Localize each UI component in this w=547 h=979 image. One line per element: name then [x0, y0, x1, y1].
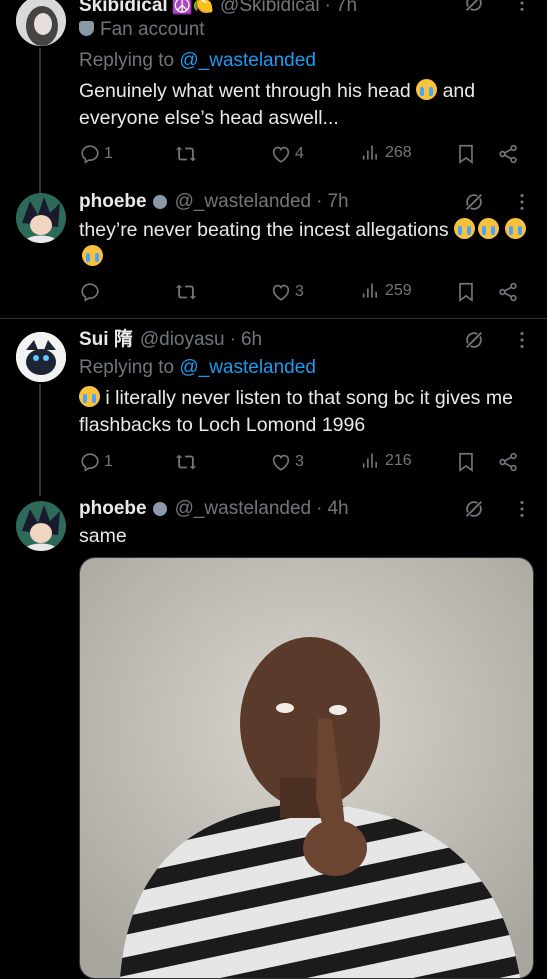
reply-icon [79, 281, 101, 303]
tweet-text: i literally never listen to that song bc… [79, 386, 513, 436]
like-icon [270, 143, 292, 165]
more-icon[interactable] [511, 191, 533, 213]
bookmark-button[interactable] [455, 451, 477, 473]
separator-dot: · [324, 0, 331, 16]
display-name[interactable]: phoebe [79, 190, 147, 214]
views-button[interactable]: 268 [362, 143, 412, 163]
fan-account-label: Fan account [79, 17, 533, 43]
grok-icon[interactable] [463, 498, 485, 520]
avatar-skibidical[interactable] [16, 0, 66, 46]
reply-icon [79, 143, 101, 165]
divider [0, 318, 547, 319]
separator-dot: · [316, 191, 323, 212]
reply-icon [79, 451, 101, 473]
retweet-button[interactable] [175, 451, 200, 473]
like-icon [270, 451, 292, 473]
crying-emoji [454, 218, 476, 239]
share-icon [497, 143, 519, 165]
mention-link[interactable]: @_wastelanded [179, 50, 316, 71]
handle[interactable]: @dioyasu [140, 328, 225, 352]
crying-emoji [478, 218, 500, 239]
timestamp[interactable]: 6h [241, 328, 262, 352]
grok-icon[interactable] [463, 191, 485, 213]
tweet-media-gif[interactable] [79, 557, 534, 979]
timestamp[interactable]: 4h [327, 497, 348, 521]
like-button[interactable]: 3 [270, 451, 304, 473]
grok-icon[interactable] [463, 0, 485, 14]
like-icon [270, 281, 292, 303]
reply-button[interactable]: 1 [79, 143, 113, 165]
display-name[interactable]: Skibidical [79, 0, 168, 18]
separator-dot: · [229, 329, 236, 350]
action-bar: 3 259 [79, 281, 533, 307]
name-emojis: ☮️🍋 [171, 0, 215, 15]
tweet-text: they’re never beating the incest allegat… [79, 217, 533, 271]
reply-button[interactable]: 1 [79, 451, 113, 473]
replying-to: Replying to @_wastelanded [79, 50, 316, 71]
share-button[interactable] [497, 143, 519, 165]
retweet-button[interactable] [175, 143, 200, 165]
grok-icon[interactable] [463, 329, 485, 351]
more-icon[interactable] [511, 0, 533, 14]
share-button[interactable] [497, 451, 519, 473]
avatar-phoebe[interactable] [16, 193, 66, 243]
timestamp[interactable]: 7h [336, 0, 357, 18]
display-name[interactable]: Sui 隋 [79, 328, 133, 352]
thread-line [39, 48, 41, 196]
handle[interactable]: @_wastelanded [175, 190, 312, 214]
like-button[interactable]: 3 [270, 281, 304, 303]
more-icon[interactable] [511, 498, 533, 520]
views-icon [362, 281, 382, 301]
reply-button[interactable] [79, 281, 104, 303]
retweet-icon [175, 281, 197, 303]
avatar-phoebe[interactable] [16, 501, 66, 551]
tweet-text: same [79, 525, 127, 547]
bookmark-button[interactable] [455, 143, 477, 165]
crying-emoji [82, 245, 103, 266]
like-button[interactable]: 4 [270, 143, 304, 165]
crying-emoji [504, 218, 526, 239]
status-badge [152, 195, 167, 209]
action-bar: 1 4 268 [79, 143, 533, 169]
action-bar: 1 3 216 [79, 451, 533, 477]
retweet-button[interactable] [175, 281, 200, 303]
crying-emoji [416, 79, 438, 100]
views-icon [362, 143, 382, 163]
share-icon [497, 281, 519, 303]
views-button[interactable]: 216 [362, 451, 412, 471]
retweet-icon [175, 451, 197, 473]
avatar-sui[interactable] [16, 332, 66, 382]
share-button[interactable] [497, 281, 519, 303]
thread-line [39, 384, 41, 496]
bookmark-icon [455, 451, 477, 473]
handle[interactable]: @_wastelanded [175, 497, 312, 521]
separator-dot: · [316, 498, 323, 519]
more-icon[interactable] [511, 329, 533, 351]
timestamp[interactable]: 7h [327, 190, 348, 214]
share-icon [497, 451, 519, 473]
shield-icon [79, 21, 94, 36]
tweet-text: Genuinely what went through his head and… [79, 79, 476, 129]
display-name[interactable]: phoebe [79, 497, 147, 521]
mention-link[interactable]: @_wastelanded [179, 357, 316, 378]
views-button[interactable]: 259 [362, 281, 412, 301]
bookmark-icon [455, 281, 477, 303]
views-icon [362, 451, 382, 471]
replying-to: Replying to @_wastelanded [79, 357, 316, 378]
retweet-icon [175, 143, 197, 165]
handle[interactable]: @Skibidical [220, 0, 320, 18]
bookmark-icon [455, 143, 477, 165]
status-badge [152, 502, 167, 516]
bookmark-button[interactable] [455, 281, 477, 303]
crying-emoji [79, 386, 100, 407]
